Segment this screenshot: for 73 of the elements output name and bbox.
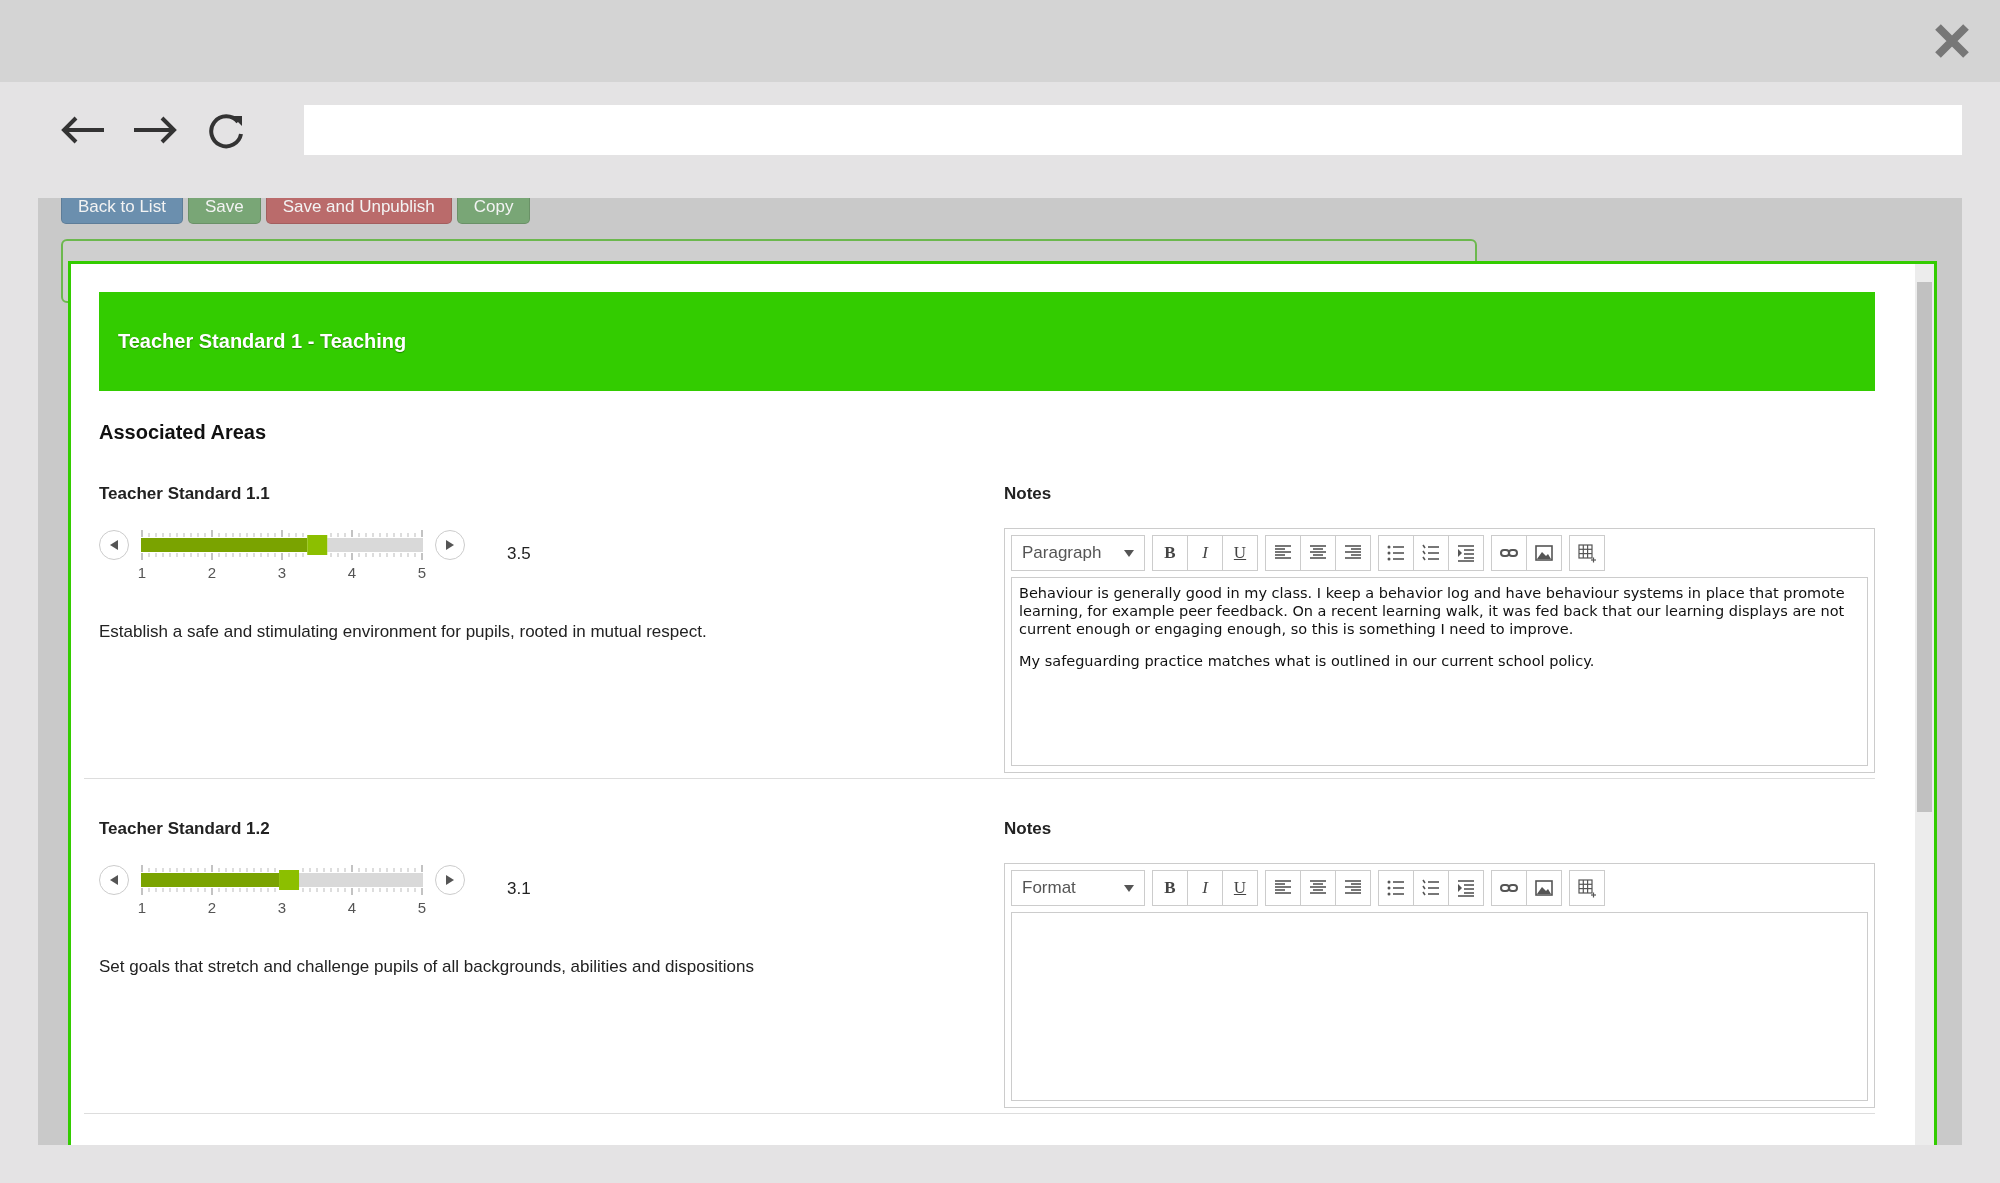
header-title: Teacher Standard 1 - Teaching xyxy=(118,330,407,353)
image-button[interactable] xyxy=(1526,535,1562,571)
close-icon[interactable] xyxy=(1934,23,1970,59)
align-center-button[interactable] xyxy=(1300,870,1336,906)
bold-button[interactable]: B xyxy=(1152,870,1188,906)
increase-button[interactable] xyxy=(435,865,465,895)
indent-icon xyxy=(1456,878,1476,898)
align-left-button[interactable] xyxy=(1265,535,1301,571)
link-button[interactable] xyxy=(1491,870,1527,906)
italic-button[interactable]: I xyxy=(1187,870,1223,906)
italic-button[interactable]: I xyxy=(1187,535,1223,571)
tick-label: 3 xyxy=(277,899,287,916)
tick-label: 1 xyxy=(137,899,147,916)
increase-button[interactable] xyxy=(435,530,465,560)
image-icon xyxy=(1534,543,1554,563)
slider-value: 3.1 xyxy=(507,879,531,899)
decrease-button[interactable] xyxy=(99,865,129,895)
format-dropdown[interactable]: Paragraph xyxy=(1011,535,1145,571)
align-right-button[interactable] xyxy=(1335,535,1371,571)
standard-description: Establish a safe and stimulating environment for pupils, rooted in mutual respect. xyxy=(99,622,708,642)
align-left-button[interactable] xyxy=(1265,870,1301,906)
format-dropdown[interactable]: Format xyxy=(1011,870,1145,906)
numbered-list-button[interactable] xyxy=(1413,535,1449,571)
notes-paragraph: My safeguarding practice matches what is outlined in our current school policy. xyxy=(1019,652,1596,670)
align-right-button[interactable] xyxy=(1335,870,1371,906)
subheading: Associated Areas xyxy=(99,421,268,444)
bullet-list-icon xyxy=(1386,878,1406,898)
link-button[interactable] xyxy=(1491,535,1527,571)
decrease-button[interactable] xyxy=(99,530,129,560)
tick-label: 4 xyxy=(347,564,357,581)
bullet-list-button[interactable] xyxy=(1378,870,1414,906)
tick-label: 2 xyxy=(207,564,217,581)
indent-button[interactable] xyxy=(1448,870,1484,906)
table-icon xyxy=(1577,543,1597,563)
underline-button[interactable]: U xyxy=(1222,870,1258,906)
tick-label: 1 xyxy=(137,564,147,581)
tick-label: 3 xyxy=(277,564,287,581)
bold-button[interactable]: B xyxy=(1152,535,1188,571)
table-button[interactable] xyxy=(1569,870,1605,906)
bullet-list-icon xyxy=(1386,543,1406,563)
caret-icon xyxy=(1124,549,1134,557)
align-center-button[interactable] xyxy=(1300,535,1336,571)
numbered-list-button[interactable] xyxy=(1413,870,1449,906)
right-triangle-icon xyxy=(446,875,454,885)
slider-value: 3.5 xyxy=(507,544,531,564)
standard-description: Set goals that stretch and challenge pupils of all backgrounds, abilities and dispositions xyxy=(99,957,755,977)
table-icon xyxy=(1577,878,1597,898)
tick-label: 5 xyxy=(417,564,427,581)
editor-text-area[interactable] xyxy=(1011,577,1868,766)
caret-icon xyxy=(1124,884,1134,892)
underline-button[interactable]: U xyxy=(1222,535,1258,571)
left-triangle-icon xyxy=(110,540,118,550)
tick-label: 5 xyxy=(417,899,427,916)
scrollbar-thumb[interactable] xyxy=(1917,282,1932,812)
indent-icon xyxy=(1456,543,1476,563)
slider-thumb[interactable] xyxy=(307,535,328,555)
standard-title: Teacher Standard 1.2 xyxy=(99,819,271,839)
bullet-list-button[interactable] xyxy=(1378,535,1414,571)
tick-label: 4 xyxy=(347,899,357,916)
image-button[interactable] xyxy=(1526,870,1562,906)
slider-thumb[interactable] xyxy=(279,870,300,890)
standard-title: Teacher Standard 1.1 xyxy=(99,484,271,504)
tick-label: 2 xyxy=(207,899,217,916)
image-icon xyxy=(1534,878,1554,898)
indent-button[interactable] xyxy=(1448,535,1484,571)
notes-label: Notes xyxy=(1004,484,1053,504)
notes-label: Notes xyxy=(1004,819,1053,839)
notes-paragraph: Behaviour is generally good in my class. I keep a behavior log and have behaviour systems in place that promote learning, for example peer feedback. On a recent learning walk, it was fed back that our learning displays are not current enough or engaging enough, so this is something I need to improve. xyxy=(1019,584,1846,638)
scrollbar[interactable] xyxy=(1915,264,1934,1145)
table-button[interactable] xyxy=(1569,535,1605,571)
toolbar-button[interactable]: Save and Unpublish xyxy=(265,198,452,224)
right-triangle-icon xyxy=(446,540,454,550)
left-triangle-icon xyxy=(110,875,118,885)
